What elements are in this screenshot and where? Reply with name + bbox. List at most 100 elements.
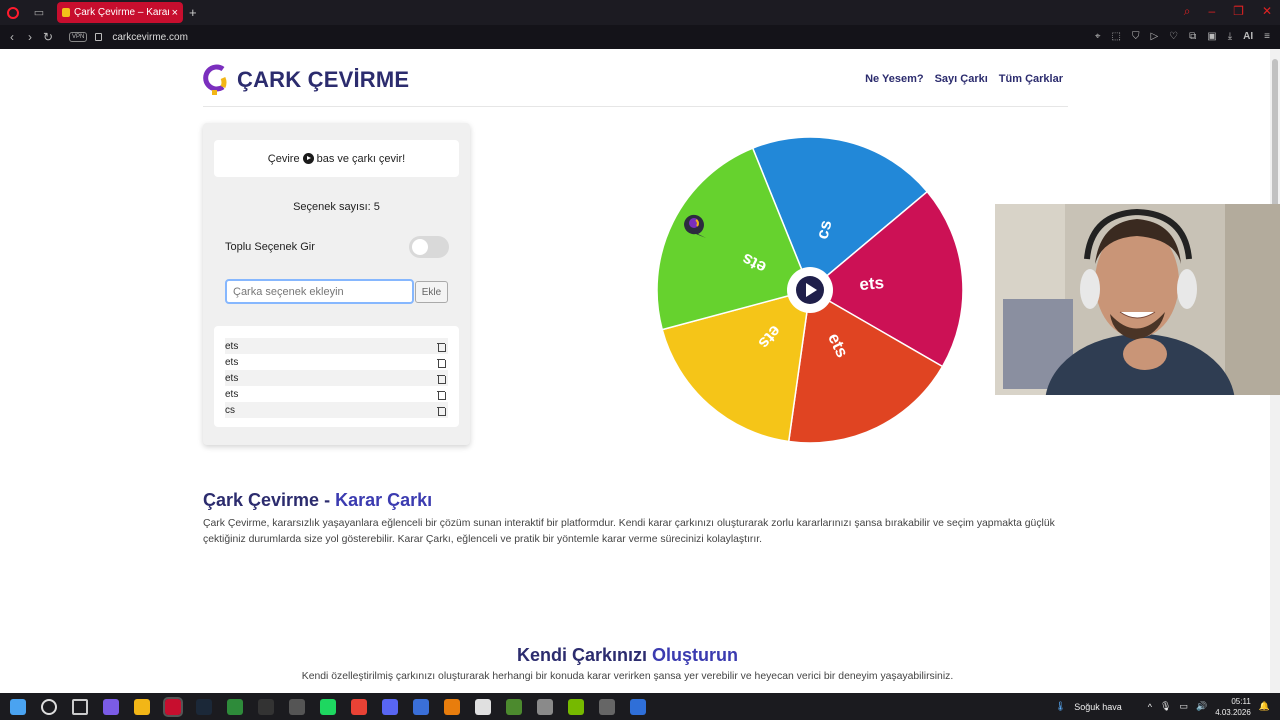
create-heading-accent: Oluşturun [652,645,739,665]
taskbar-copilot-icon[interactable] [103,698,119,715]
opera-logo-icon[interactable] [7,6,19,19]
new-tab-button[interactable]: + [189,5,197,20]
adblock-icon[interactable]: ⛉ [1132,31,1140,42]
minimize-icon[interactable]: – [1208,4,1215,19]
maximize-icon[interactable]: ❐ [1233,4,1244,19]
menu-icon[interactable]: ≡ [1264,31,1270,42]
option-label: ets [225,356,239,368]
taskbar-opera-icon[interactable] [163,696,183,717]
add-option-button[interactable]: Ekle [415,281,448,303]
url-field[interactable]: carkcevirme.com [112,32,188,43]
option-row: cs [225,402,448,418]
taskbar-tb-icon[interactable] [630,698,646,715]
intro-heading-accent: Karar Çarkı [335,490,433,510]
network-icon[interactable]: ▭ [1179,701,1188,712]
scrollbar-thumb[interactable] [1272,59,1278,209]
header-divider [203,106,1068,107]
trash-icon[interactable] [437,342,446,352]
taskbar-task-view-icon[interactable] [72,698,88,715]
create-heading-main: Kendi Çarkınızı [516,645,653,665]
address-bar: ‹ › ↻ VPN carkcevirme.com ⌖ ⬚ ⛉ ▷ ♡ ⧉ ▣ … [0,25,1280,49]
pin-icon[interactable]: ⌖ [1095,31,1101,42]
taskbar-chrome-icon[interactable] [351,698,367,715]
favicon-icon [62,8,70,17]
option-row: ets [225,354,448,370]
trash-icon[interactable] [437,406,446,416]
intro-heading-main: Çark Çevirme - [203,490,336,510]
wallet-icon[interactable]: ▣ [1207,31,1216,42]
taskbar-discord-icon[interactable] [382,698,398,715]
taskbar-file-explorer-icon[interactable] [134,698,150,715]
option-input[interactable] [225,279,414,304]
taskbar-app2-icon[interactable] [537,698,553,715]
create-heading: Kendi Çarkınızı Oluşturun [0,645,1255,666]
taskbar-blender-icon[interactable] [444,698,460,715]
intro-paragraph: Çark Çevirme, kararsızlık yaşayanlara eğ… [203,518,1055,545]
nav-ne-yesem[interactable]: Ne Yesem? [865,73,924,85]
windows-taskbar: 🌡 Soğuk hava ^ 🎙 ▭ 🔊 05:11 4.03.2026 🔔 [0,693,1280,720]
trash-icon[interactable] [437,390,446,400]
taskbar-minecraft-icon[interactable] [506,698,522,715]
taskbar-epic-games-icon[interactable] [258,698,274,715]
bulk-input-label: Toplu Seçenek Gir [225,241,315,253]
taskbar-xbox-icon[interactable] [227,698,243,715]
taskbar-cs-icon[interactable] [475,698,491,715]
back-icon[interactable]: ‹ [3,30,21,44]
spin-wheel[interactable]: csetsetsetsets [655,135,965,445]
weather-icon[interactable]: 🌡 [1055,701,1066,712]
clock[interactable]: 05:11 4.03.2026 [1215,696,1251,718]
notification-icon[interactable]: 🔔 [1259,701,1270,712]
search-tabs-icon[interactable]: ⌕ [1184,4,1191,19]
tray-chevron-icon[interactable]: ^ [1148,702,1152,712]
option-label: ets [225,340,239,352]
options-list: ets ets ets ets cs [214,326,459,427]
workspaces-icon[interactable]: ▭ [31,7,47,19]
browser-tabbar: ▭ Çark Çevirme – Karar Çarkı × + ⌕ – ❐ ✕ [0,0,1280,25]
taskbar-search-icon[interactable] [41,698,57,715]
site-logo-icon [203,64,227,95]
download-icon[interactable]: ⤓ [1228,31,1232,42]
browser-tab[interactable]: Çark Çevirme – Karar Çarkı × [57,2,183,23]
forward-icon[interactable]: › [21,30,39,44]
taskbar-windows-icon[interactable] [10,698,26,715]
nav-tum-carklar[interactable]: Tüm Çarklar [999,73,1063,85]
volume-icon[interactable]: 🔊 [1196,701,1207,712]
top-nav: Ne Yesem? Sayı Çarkı Tüm Çarklar [865,73,1063,85]
weather-label[interactable]: Soğuk hava [1074,702,1122,712]
reload-icon[interactable]: ↻ [39,30,57,44]
taskbar-spotify-icon[interactable] [320,698,336,715]
snapshot-icon[interactable]: ⬚ [1112,31,1121,42]
ai-button[interactable]: AI [1243,31,1253,42]
site-brand[interactable]: ÇARK ÇEVİRME [203,64,409,96]
clock-date: 4.03.2026 [1215,707,1251,717]
create-paragraph: Kendi özelleştirilmiş çarkınızı oluştura… [301,671,954,682]
player-icon[interactable]: ▷ [1150,31,1158,42]
trash-icon[interactable] [437,358,446,368]
spin-hint: Çevire bas ve çarkı çevir! [214,140,459,177]
close-window-icon[interactable]: ✕ [1262,4,1272,19]
nav-sayi-carki[interactable]: Sayı Çarkı [935,73,988,85]
system-tray: 🌡 Soğuk hava ^ 🎙 ▭ 🔊 05:11 4.03.2026 🔔 [1055,693,1270,720]
bulk-input-toggle[interactable] [409,236,449,258]
options-panel: Çevire bas ve çarkı çevir! Seçenek sayıs… [203,123,470,445]
clock-time: 05:11 [1231,696,1251,706]
option-row: ets [225,370,448,386]
taskbar-app3-icon[interactable] [599,698,615,715]
screen: ▭ Çark Çevirme – Karar Çarkı × + ⌕ – ❐ ✕… [0,0,1280,720]
option-count: Seçenek sayısı: 5 [293,201,380,213]
taskbar-steam-icon[interactable] [196,698,212,715]
extensions-icon[interactable]: ⧉ [1189,31,1196,42]
tab-close-icon[interactable]: × [172,7,178,19]
trash-icon[interactable] [437,374,446,384]
mic-icon[interactable]: 🎙 [1160,701,1171,712]
heart-icon[interactable]: ♡ [1169,31,1178,42]
hint-suffix: bas ve çarkı çevir! [316,152,406,165]
vpn-badge[interactable]: VPN [69,32,88,42]
taskbar-obs-icon[interactable] [289,698,305,715]
taskbar-app-icon[interactable] [413,698,429,715]
lock-icon[interactable] [95,33,103,41]
wheel-pointer-icon [683,214,706,238]
taskbar-nvidia-icon[interactable] [568,698,584,715]
hint-prefix: Çevire [267,152,300,165]
option-label: ets [225,388,239,400]
